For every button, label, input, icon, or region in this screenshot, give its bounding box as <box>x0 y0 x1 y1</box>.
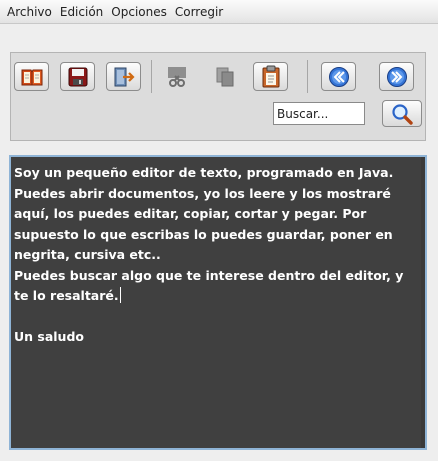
copy-button[interactable] <box>207 62 242 91</box>
search-button[interactable] <box>382 100 422 127</box>
open-book-icon <box>21 69 42 85</box>
paste-clipboard-icon <box>262 65 279 87</box>
toolbar-panel <box>10 52 426 141</box>
menu-edicion[interactable]: Edición <box>56 0 107 24</box>
cut-scissors-icon <box>167 66 186 87</box>
editor-text-before-caret: Soy un pequeño editor de texto, programa… <box>14 165 404 303</box>
save-disk-icon <box>68 67 87 86</box>
paste-button[interactable] <box>253 62 288 91</box>
toolbar-separator <box>307 60 308 93</box>
editor-text-after-caret: Un saludo <box>14 329 84 344</box>
menu-bar: Archivo Edición Opciones Corregir <box>0 0 438 24</box>
exit-door-icon <box>114 67 135 86</box>
cut-button[interactable] <box>159 62 194 91</box>
text-editor[interactable]: Soy un pequeño editor de texto, programa… <box>9 155 427 450</box>
menu-opciones[interactable]: Opciones <box>107 0 171 24</box>
magnifier-icon <box>392 103 413 125</box>
editor-right-edge <box>421 157 425 448</box>
next-match-button[interactable] <box>379 62 414 91</box>
editor-content[interactable]: Soy un pequeño editor de texto, programa… <box>14 163 419 348</box>
search-input[interactable] <box>273 102 365 125</box>
save-button[interactable] <box>60 62 95 91</box>
open-button[interactable] <box>14 62 49 91</box>
previous-match-button[interactable] <box>321 62 356 91</box>
text-caret <box>119 287 121 303</box>
toolbar-separator <box>151 60 152 93</box>
menu-archivo[interactable]: Archivo <box>3 0 56 24</box>
exit-button[interactable] <box>106 62 141 91</box>
previous-match-icon <box>328 66 349 87</box>
next-match-icon <box>386 66 407 87</box>
menu-corregir[interactable]: Corregir <box>171 0 227 24</box>
copy-pages-icon <box>216 67 233 86</box>
